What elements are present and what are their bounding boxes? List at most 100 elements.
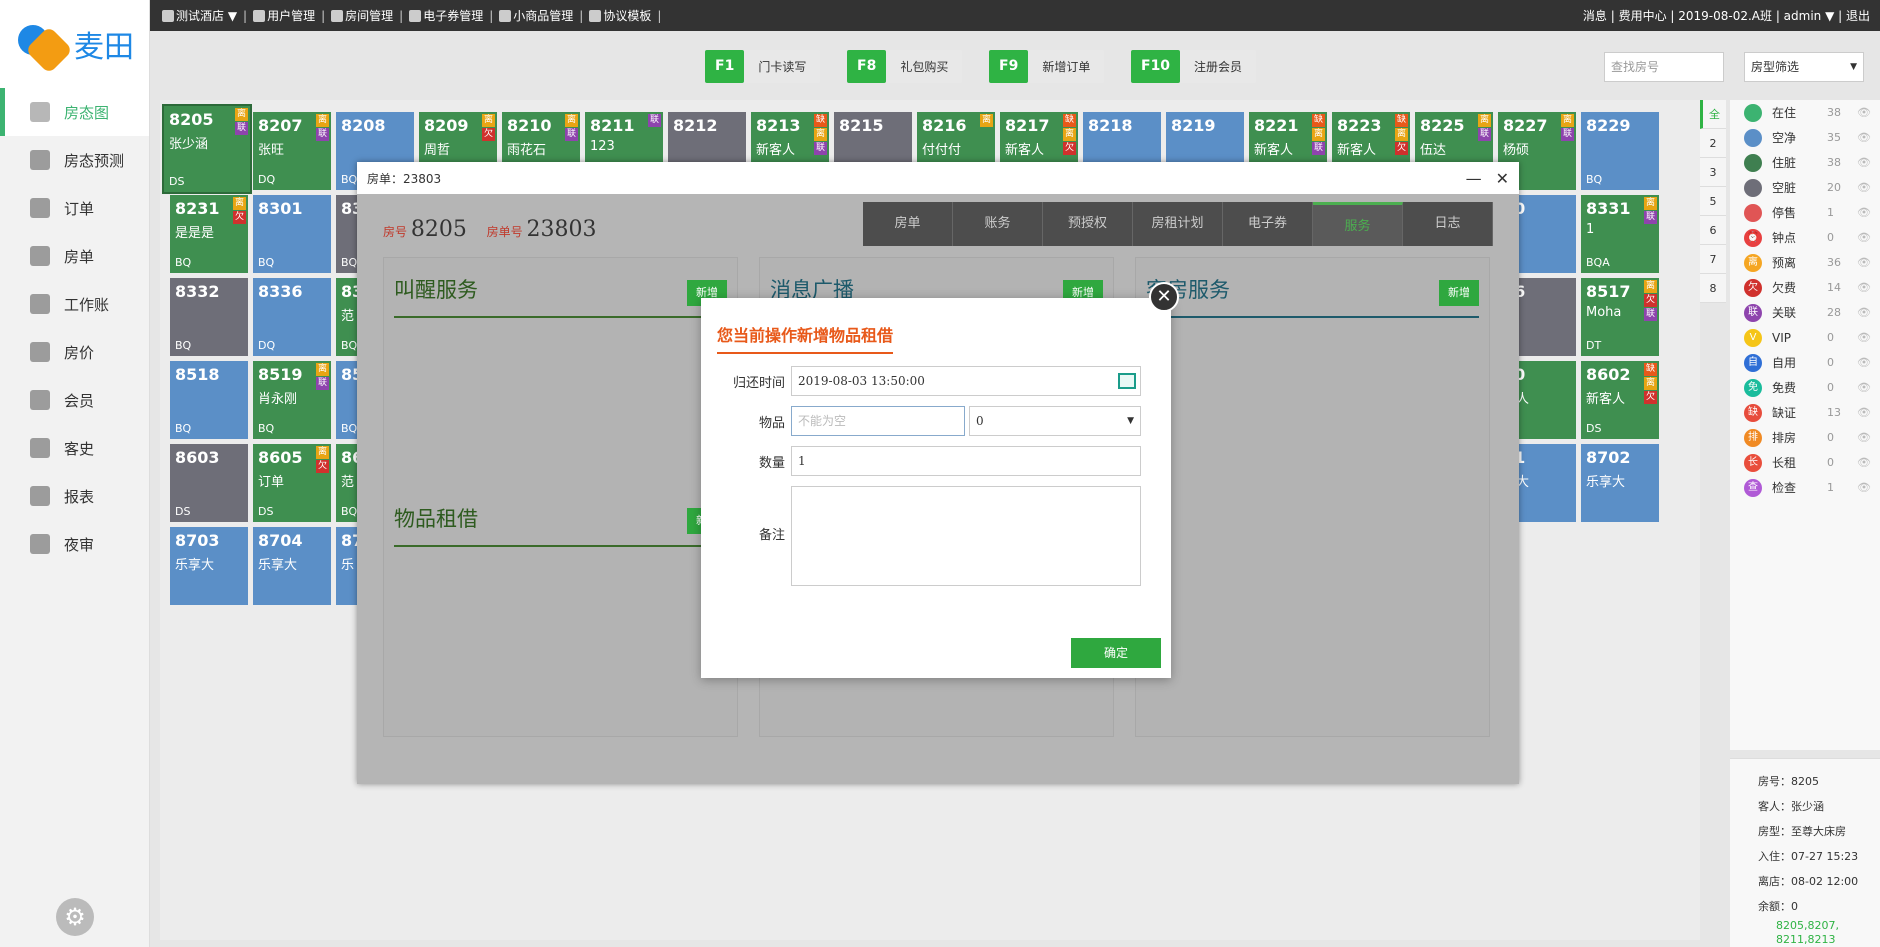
legend-item[interactable]: 查检查 1 👁 — [1730, 475, 1880, 500]
room-tile[interactable]: 8229 BQ — [1581, 112, 1659, 190]
legend-item[interactable]: 欠欠费 14 👁 — [1730, 275, 1880, 300]
eye-icon[interactable]: 👁 — [1857, 481, 1871, 494]
eye-icon[interactable]: 👁 — [1857, 156, 1871, 169]
top-right-links[interactable]: 消息 | 费用中心 | 2019-08-02.A班 | admin ▼ | 退出 — [1583, 7, 1870, 24]
room-tile[interactable]: 8205 张少涵 DS 离联 — [164, 106, 250, 192]
quantity-input[interactable]: 1 — [791, 446, 1141, 476]
tab-4[interactable]: 电子券 — [1223, 202, 1313, 246]
info-linked-rooms-2[interactable]: 8211,8213 — [1758, 933, 1880, 947]
legend-item[interactable]: ⏰ 钟点 0 👁 — [1730, 225, 1880, 250]
floor-tab[interactable]: 6 — [1700, 216, 1726, 245]
eye-icon[interactable]: 👁 — [1857, 356, 1871, 369]
eye-icon[interactable]: 👁 — [1857, 406, 1871, 419]
legend-item[interactable]: 空脏 20 👁 — [1730, 175, 1880, 200]
toolbar-button-f10[interactable]: F10 注册会员 — [1131, 50, 1257, 83]
toolbar-button-f1[interactable]: F1 门卡读写 — [705, 50, 821, 83]
confirm-button[interactable]: 确定 — [1071, 638, 1161, 668]
eye-icon[interactable]: 👁 — [1857, 281, 1871, 294]
legend-item[interactable]: 长长租 0 👁 — [1730, 450, 1880, 475]
floor-tab[interactable]: 2 — [1700, 129, 1726, 158]
close-icon[interactable]: ✕ — [1496, 169, 1509, 188]
sidebar-item-4[interactable]: 工作账 — [0, 280, 149, 328]
room-type-filter-select[interactable]: 房型筛选 — [1744, 52, 1864, 82]
legend-item[interactable]: V VIP 0 👁 — [1730, 325, 1880, 350]
info-linked-rooms[interactable]: 8205,8207, — [1758, 919, 1880, 933]
eye-icon[interactable]: 👁 — [1857, 381, 1871, 394]
tab-2[interactable]: 预授权 — [1043, 202, 1133, 246]
eye-icon[interactable]: 👁 — [1857, 331, 1871, 344]
sidebar-item-3[interactable]: 房单 — [0, 232, 149, 280]
legend-item[interactable]: 排排房 0 👁 — [1730, 425, 1880, 450]
legend-item[interactable]: 在住 38 👁 — [1730, 100, 1880, 125]
top-nav-item[interactable]: 协议模板 — [589, 7, 651, 24]
top-nav-item[interactable]: 房间管理 — [331, 7, 393, 24]
room-search-input[interactable]: 查找房号 — [1604, 52, 1724, 82]
legend-item[interactable]: 住脏 38 👁 — [1730, 150, 1880, 175]
legend-item[interactable]: 空净 35 👁 — [1730, 125, 1880, 150]
legend-item[interactable]: 免免费 0 👁 — [1730, 375, 1880, 400]
floor-tab[interactable]: 全 — [1700, 100, 1726, 129]
room-tile[interactable]: 8603 DS — [170, 444, 248, 522]
room-tile[interactable]: 8301 BQ — [253, 195, 331, 273]
sidebar-item-2[interactable]: 订单 — [0, 184, 149, 232]
eye-icon[interactable]: 👁 — [1857, 106, 1871, 119]
calendar-icon[interactable] — [1118, 373, 1136, 389]
room-tile[interactable]: 8231 是是是 BQ 离欠 — [170, 195, 248, 273]
top-nav-item[interactable]: 用户管理 — [253, 7, 315, 24]
room-tile[interactable]: 8207 张旺 DQ 离联 — [253, 112, 331, 190]
note-textarea[interactable] — [791, 486, 1141, 586]
minimize-icon[interactable]: — — [1466, 169, 1482, 188]
tab-6[interactable]: 日志 — [1403, 202, 1493, 246]
legend-item[interactable]: 自自用 0 👁 — [1730, 350, 1880, 375]
sidebar-item-6[interactable]: 会员 — [0, 376, 149, 424]
eye-icon[interactable]: 👁 — [1857, 306, 1871, 319]
legend-item[interactable]: 停售 1 👁 — [1730, 200, 1880, 225]
room-tile[interactable]: 8703 乐享大 — [170, 527, 248, 605]
sidebar-item-9[interactable]: 夜审 — [0, 520, 149, 568]
eye-icon[interactable]: 👁 — [1857, 181, 1871, 194]
return-time-input[interactable]: 2019-08-03 13:50:00 — [791, 366, 1141, 396]
room-tile[interactable]: 8519 肖永刚 BQ 离联 — [253, 361, 331, 439]
floor-tab[interactable]: 3 — [1700, 158, 1726, 187]
item-select[interactable]: 0 ▼ — [969, 406, 1141, 436]
floor-tab[interactable]: 7 — [1700, 245, 1726, 274]
room-tile[interactable]: 8331 1 BQA 离联 — [1581, 195, 1659, 273]
eye-icon[interactable]: 👁 — [1857, 231, 1871, 244]
eye-icon[interactable]: 👁 — [1857, 206, 1871, 219]
sidebar-item-7[interactable]: 客史 — [0, 424, 149, 472]
top-nav-item[interactable]: 测试酒店 ▼ — [162, 7, 237, 24]
room-tile[interactable]: 8336 DQ — [253, 278, 331, 356]
tab-1[interactable]: 账务 — [953, 202, 1043, 246]
room-tile[interactable]: 8332 BQ — [170, 278, 248, 356]
top-nav-item[interactable]: 小商品管理 — [499, 7, 573, 24]
sidebar-item-0[interactable]: 房态图 — [0, 88, 149, 136]
room-tile[interactable]: 8605 订单 DS 离欠 — [253, 444, 331, 522]
eye-icon[interactable]: 👁 — [1857, 456, 1871, 469]
room-tile[interactable]: 8702 乐享大 — [1581, 444, 1659, 522]
top-nav-item[interactable]: 电子券管理 — [409, 7, 483, 24]
legend-item[interactable]: 离预离 36 👁 — [1730, 250, 1880, 275]
floor-tab[interactable]: 8 — [1700, 274, 1726, 303]
floor-tab[interactable]: 5 — [1700, 187, 1726, 216]
tab-0[interactable]: 房单 — [863, 202, 953, 246]
sidebar-item-8[interactable]: 报表 — [0, 472, 149, 520]
eye-icon[interactable]: 👁 — [1857, 431, 1871, 444]
room-tile[interactable]: 8602 新客人 DS 缺离欠 — [1581, 361, 1659, 439]
tab-5[interactable]: 服务 — [1313, 202, 1403, 246]
item-input[interactable]: 不能为空 — [791, 406, 965, 436]
eye-icon[interactable]: 👁 — [1857, 131, 1871, 144]
toolbar-button-f8[interactable]: F8 礼包购买 — [847, 50, 963, 83]
room-tile[interactable]: 8518 BQ — [170, 361, 248, 439]
toolbar-button-f9[interactable]: F9 新增订单 — [989, 50, 1105, 83]
settings-gear-icon[interactable]: ⚙ — [56, 898, 94, 936]
room-tile[interactable]: 8704 乐享大 — [253, 527, 331, 605]
eye-icon[interactable]: 👁 — [1857, 256, 1871, 269]
sidebar-item-5[interactable]: 房价 — [0, 328, 149, 376]
sidebar-item-1[interactable]: 房态预测 — [0, 136, 149, 184]
room-tile[interactable]: 8517 Moha DT 离欠联 — [1581, 278, 1659, 356]
legend-item[interactable]: 缺缺证 13 👁 — [1730, 400, 1880, 425]
modal-close-icon[interactable]: ✕ — [1149, 282, 1179, 312]
legend-item[interactable]: 联关联 28 👁 — [1730, 300, 1880, 325]
guest-service-add-button[interactable]: 新增 — [1439, 280, 1479, 306]
tab-3[interactable]: 房租计划 — [1133, 202, 1223, 246]
